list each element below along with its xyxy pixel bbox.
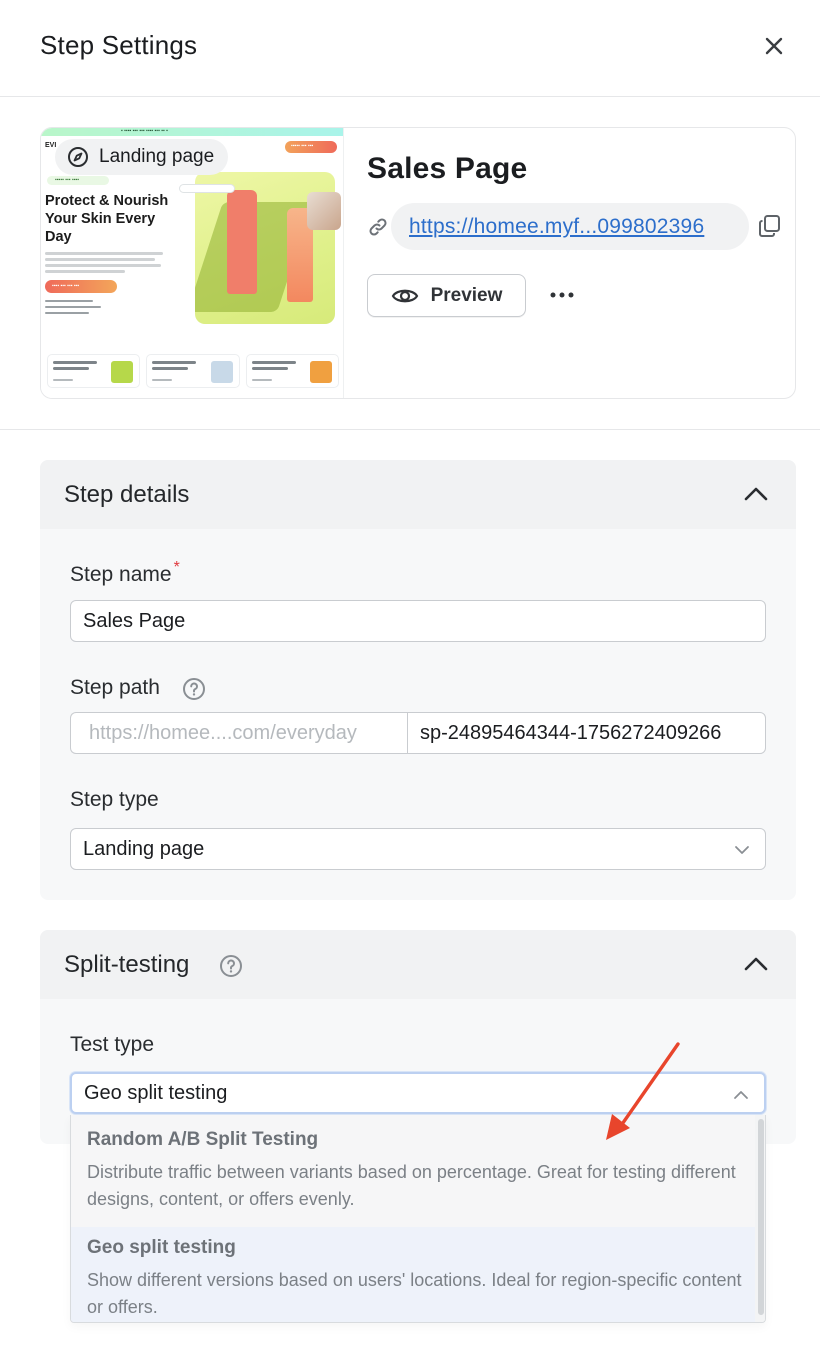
page-url-pill: https://homee.myf...099802396	[391, 203, 749, 250]
step-type-select[interactable]: Landing page	[70, 828, 766, 870]
more-actions-button[interactable]	[547, 282, 577, 308]
test-type-select[interactable]: Geo split testing	[70, 1072, 766, 1114]
step-path-label: Step path	[70, 676, 160, 699]
thumbnail-body-text	[45, 252, 165, 276]
option-random-ab-split[interactable]: Random A/B Split Testing Distribute traf…	[71, 1115, 755, 1227]
option-title: Geo split testing	[87, 1237, 236, 1258]
thumbnail-tag: ▪▪▪▪▪ ▪▪▪ ▪▪▪▪	[47, 176, 109, 185]
page-thumbnail[interactable]: ▪ ▪▪▪▪ ▪▪▪ ▪▪▪ ▪▪▪▪ ▪▪▪ ▪▪ ▪ EVI ▪▪▪▪▪ ▪…	[41, 128, 344, 398]
link-icon	[369, 218, 387, 236]
page-type-badge: Landing page	[55, 139, 229, 175]
dialog-header: Step Settings	[0, 0, 820, 97]
help-icon[interactable]	[219, 954, 243, 978]
step-details-section: Step details Step name * Sales Page Step …	[40, 460, 796, 900]
step-type-label: Step type	[70, 788, 159, 811]
close-icon	[765, 37, 783, 55]
close-button[interactable]	[757, 29, 791, 63]
chevron-up-icon[interactable]	[743, 483, 769, 505]
section-divider	[0, 429, 820, 430]
thumbnail-cta: ▪▪▪▪ ▪▪▪ ▪▪▪ ▪▪▪	[45, 280, 117, 293]
option-description: Show different versions based on users' …	[87, 1270, 742, 1317]
thumbnail-logo: EVI	[45, 142, 57, 149]
test-type-label: Test type	[70, 1033, 155, 1056]
thumbnail-announcement-bar: ▪ ▪▪▪▪ ▪▪▪ ▪▪▪ ▪▪▪▪ ▪▪▪ ▪▪ ▪	[41, 128, 343, 136]
step-details-title: Step details	[64, 481, 190, 508]
thumbnail-small-text	[45, 300, 105, 318]
option-description: Distribute traffic between variants base…	[87, 1162, 736, 1209]
thumbnail-model-image	[307, 192, 341, 230]
option-title: Random A/B Split Testing	[87, 1129, 319, 1150]
step-name-input[interactable]: Sales Page	[70, 600, 766, 642]
step-name-label: Step name *	[70, 559, 180, 586]
preview-button[interactable]: Preview	[367, 274, 526, 317]
page-url-link[interactable]: https://homee.myf...099802396	[409, 215, 704, 239]
preview-button-label: Preview	[430, 284, 503, 306]
more-horizontal-icon	[550, 292, 574, 298]
split-testing-section: Split-testing Test type Geo split testin…	[40, 930, 796, 1144]
step-path-input[interactable]: sp-24895464344-1756272409266	[407, 712, 766, 754]
page-type-badge-label: Landing page	[99, 146, 215, 167]
split-testing-title: Split-testing	[64, 951, 190, 978]
thumbnail-product-cards	[47, 354, 339, 388]
required-mark: *	[173, 559, 180, 576]
dialog-title: Step Settings	[40, 30, 198, 60]
page-title: Sales Page	[367, 152, 528, 185]
thumbnail-headline: Protect & Nourish Your Skin Every Day	[45, 193, 169, 245]
test-type-value: Geo split testing	[84, 1081, 228, 1104]
step-details-header[interactable]: Step details	[40, 460, 796, 529]
thumbnail-chip	[179, 184, 235, 193]
chevron-up-icon	[734, 1091, 748, 1099]
chevron-up-icon[interactable]	[743, 953, 769, 975]
step-type-value: Landing page	[83, 837, 205, 860]
step-path-prefix: https://homee....com/everyday	[70, 712, 408, 754]
chevron-down-icon	[735, 846, 749, 854]
help-icon[interactable]	[182, 677, 206, 701]
page-card: ▪ ▪▪▪▪ ▪▪▪ ▪▪▪ ▪▪▪▪ ▪▪▪ ▪▪ ▪ EVI ▪▪▪▪▪ ▪…	[40, 127, 796, 399]
eye-icon	[391, 289, 418, 302]
dropdown-scrollbar[interactable]	[755, 1115, 765, 1322]
compass-icon	[68, 147, 88, 167]
option-geo-split[interactable]: Geo split testing Show different version…	[71, 1227, 755, 1322]
split-testing-header[interactable]: Split-testing	[40, 930, 796, 999]
thumbnail-top-pill: ▪▪▪▪▪ ▪▪▪ ▪▪▪	[285, 141, 337, 153]
copy-icon[interactable]	[757, 213, 783, 239]
test-type-dropdown: Random A/B Split Testing Distribute traf…	[70, 1115, 766, 1323]
